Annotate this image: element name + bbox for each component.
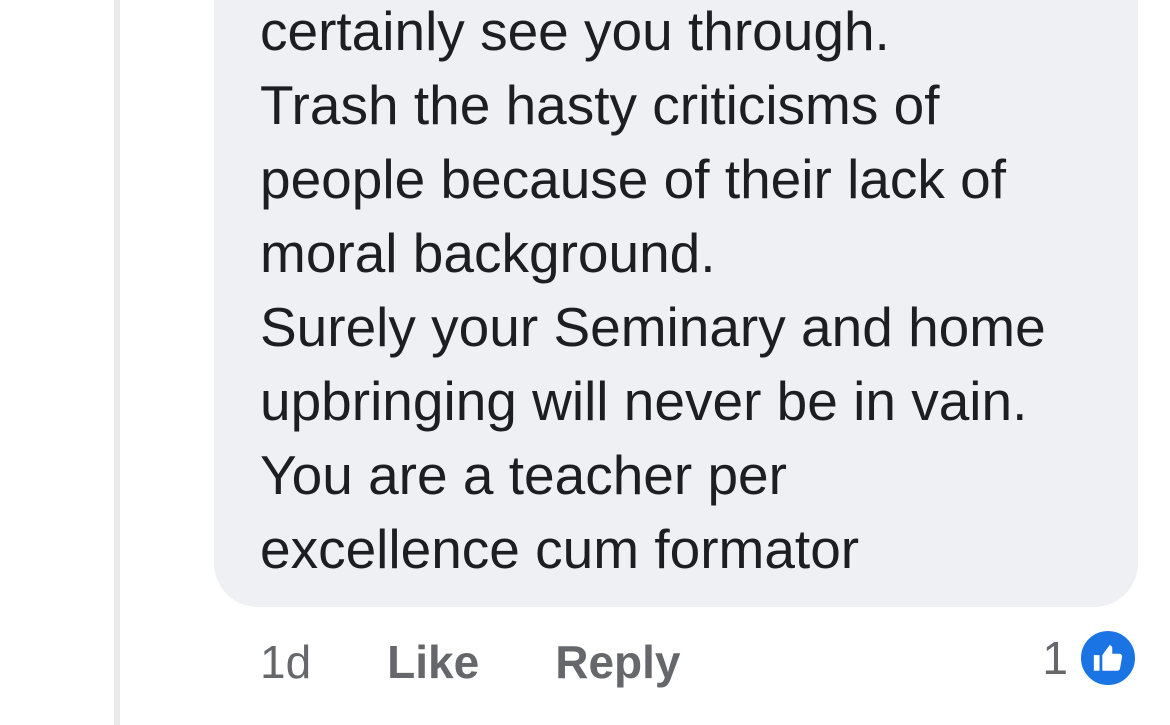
- comment-actions: 1d Like Reply: [260, 630, 756, 694]
- comment-text: certainly see you through. Trash the has…: [260, 0, 1120, 586]
- reaction-summary[interactable]: 1: [1042, 626, 1138, 690]
- comment-line: certainly see you through.: [260, 0, 890, 62]
- comment-line: Trash the hasty criticisms of: [260, 74, 940, 136]
- comment-thread: certainly see you through. Trash the has…: [0, 0, 1170, 725]
- comment-line: Surely your Seminary and home: [260, 296, 1046, 358]
- comment-line: You are a teacher per: [260, 444, 787, 506]
- comment-line: excellence cum formator: [260, 518, 860, 580]
- reply-button[interactable]: Reply: [555, 635, 680, 689]
- like-button[interactable]: Like: [387, 635, 479, 689]
- thread-connector-line: [114, 0, 120, 725]
- comment-line: people because of their lack of: [260, 148, 1007, 210]
- comment-timestamp[interactable]: 1d: [260, 635, 311, 689]
- comment-line: moral background.: [260, 222, 716, 284]
- comment-line: upbringing will never be in vain.: [260, 370, 1028, 432]
- reaction-count: 1: [1042, 632, 1068, 684]
- thumbs-up-icon: [1078, 628, 1138, 688]
